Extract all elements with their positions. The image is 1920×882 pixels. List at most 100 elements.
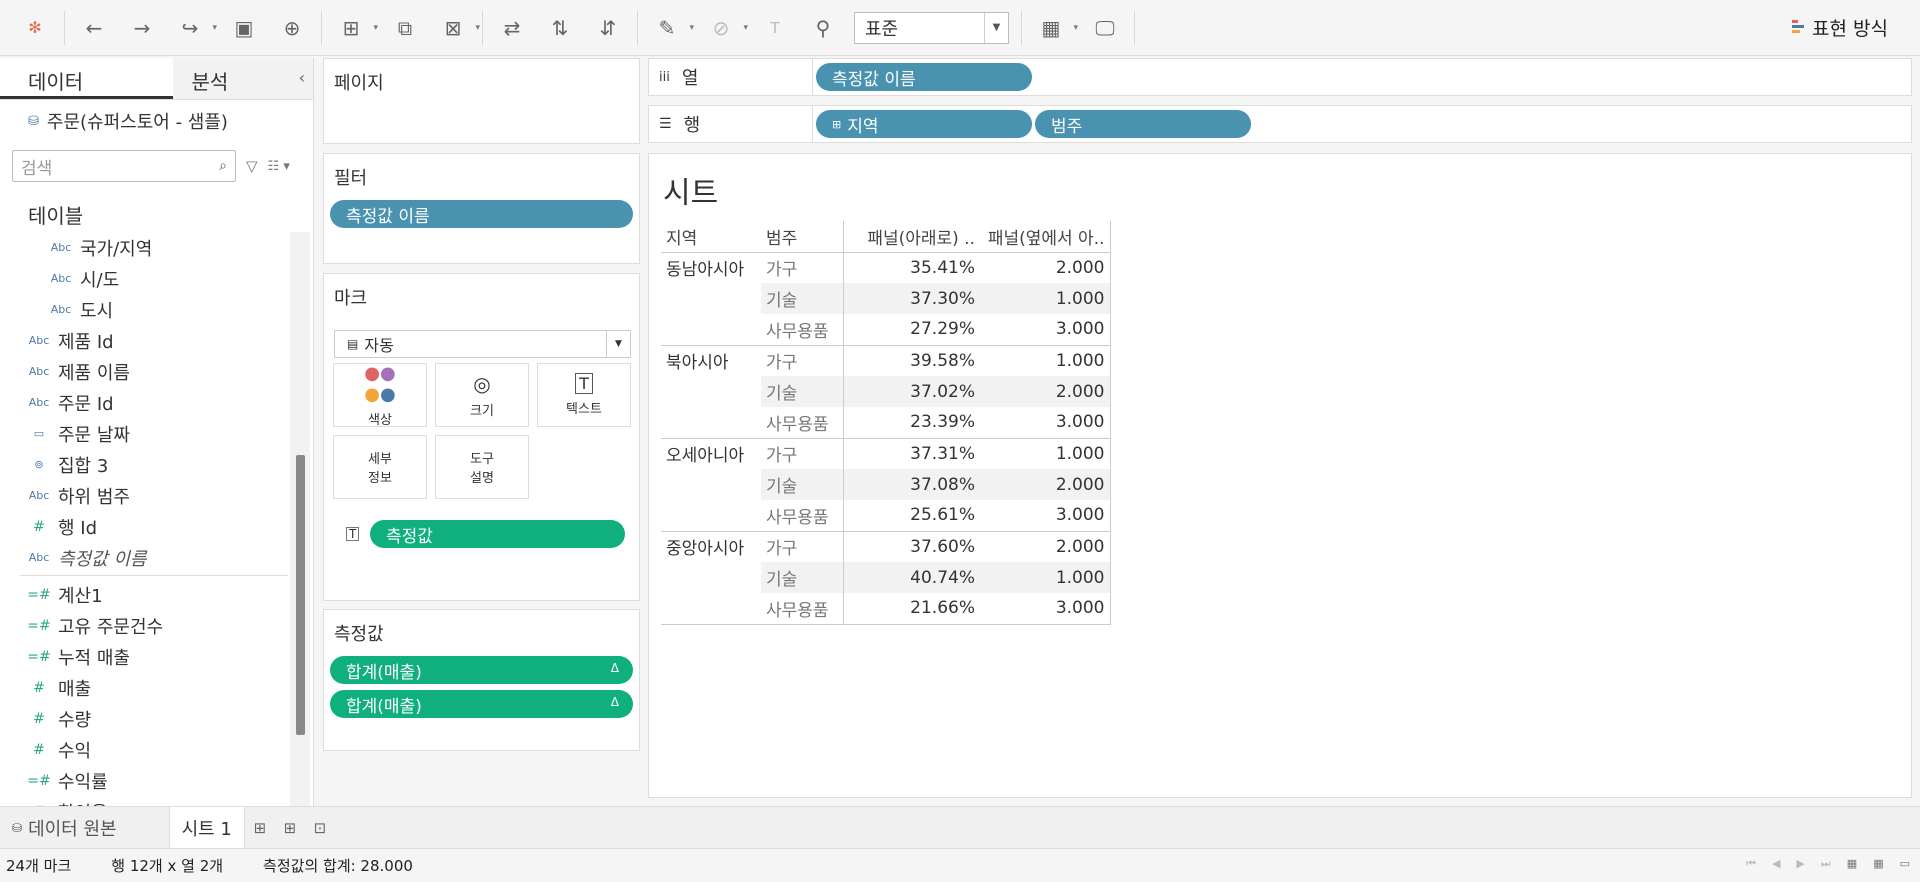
category-cell[interactable]: 기술 bbox=[761, 376, 844, 407]
text-button[interactable]: T 텍스트 bbox=[537, 363, 631, 427]
measure-2-cell[interactable]: 3.000 bbox=[980, 593, 1111, 625]
field-item[interactable]: Abc 국가/지역 bbox=[0, 232, 290, 263]
measure-1-cell[interactable]: 27.29% bbox=[843, 314, 980, 345]
search-input[interactable]: 검색 ⌕ bbox=[12, 150, 236, 182]
last-sheet-icon[interactable]: ⏭ bbox=[1821, 857, 1831, 871]
measure-2-cell[interactable]: 2.000 bbox=[980, 530, 1111, 562]
text-measure-pill[interactable]: 측정값 bbox=[370, 520, 625, 548]
first-sheet-icon[interactable]: ⏮ bbox=[1746, 857, 1756, 871]
size-button[interactable]: ◎ 크기 bbox=[435, 363, 529, 427]
columns-pill[interactable]: 측정값 이름 bbox=[816, 63, 1032, 91]
highlight-icon[interactable]: ✎ ▾ bbox=[650, 11, 694, 45]
show-cards-icon[interactable]: ▦ ▾ bbox=[1034, 11, 1078, 45]
region-cell[interactable]: 북아시아 bbox=[661, 344, 761, 376]
chevron-down-icon[interactable]: ▼ bbox=[606, 331, 630, 357]
category-cell[interactable]: 사무용품 bbox=[761, 593, 844, 625]
chevron-down-icon[interactable]: ▼ bbox=[984, 12, 1008, 43]
field-item[interactable]: =# 누적 매출 bbox=[0, 641, 290, 672]
rows-pill-region[interactable]: ⊞ 지역 bbox=[816, 110, 1032, 138]
field-item[interactable]: ▭ 주문 날짜 bbox=[0, 418, 290, 449]
sort-ascending-icon[interactable]: ⇅ bbox=[543, 11, 577, 45]
measure-1-cell[interactable]: 37.60% bbox=[843, 530, 980, 562]
region-cell[interactable] bbox=[661, 376, 761, 407]
category-cell[interactable]: 가구 bbox=[761, 252, 844, 283]
pages-card[interactable]: 페이지 bbox=[323, 58, 640, 144]
field-item[interactable]: Abc 도시 bbox=[0, 294, 290, 325]
sheet-view[interactable]: 시트 지역 범주 패널(아래로) .. 패널(옆에서 아.. 동남아시아 가구 35… bbox=[648, 153, 1912, 798]
measure-2-cell[interactable]: 2.000 bbox=[980, 469, 1111, 500]
region-cell[interactable] bbox=[661, 562, 761, 593]
mark-type-select[interactable]: ▤ 자동 ▼ bbox=[334, 330, 631, 358]
measure-1-cell[interactable]: 37.02% bbox=[843, 376, 980, 407]
region-cell[interactable] bbox=[661, 314, 761, 345]
sort-descending-icon[interactable]: ⇵ bbox=[591, 11, 625, 45]
fix-axes-icon[interactable]: ⚲ bbox=[806, 11, 840, 45]
presentation-mode-icon[interactable]: 🖵 bbox=[1088, 11, 1122, 45]
measure-2-cell[interactable]: 1.000 bbox=[980, 562, 1111, 593]
category-cell[interactable]: 기술 bbox=[761, 283, 844, 314]
measure-2-cell[interactable]: 3.000 bbox=[980, 407, 1111, 438]
field-item[interactable]: Abc 제품 이름 bbox=[0, 356, 290, 387]
show-sheet-sorter-icon[interactable]: ▦ bbox=[1873, 857, 1883, 871]
measure-2-cell[interactable]: 3.000 bbox=[980, 314, 1111, 345]
field-item[interactable]: =# 수익률 bbox=[0, 765, 290, 796]
category-cell[interactable]: 기술 bbox=[761, 562, 844, 593]
header-measure-2[interactable]: 패널(옆에서 아.. bbox=[980, 221, 1111, 253]
measure-1-cell[interactable]: 37.08% bbox=[843, 469, 980, 500]
field-item[interactable]: # 수량 bbox=[0, 703, 290, 734]
fit-select[interactable]: 표준 ▼ bbox=[854, 11, 1009, 44]
header-measure-1[interactable]: 패널(아래로) .. bbox=[843, 221, 980, 253]
tab-sheet-1[interactable]: 시트 1 bbox=[168, 806, 245, 849]
category-cell[interactable]: 사무용품 bbox=[761, 407, 844, 438]
clear-sheet-icon[interactable]: ⊠ ▾ bbox=[436, 11, 480, 45]
header-region[interactable]: 지역 bbox=[661, 221, 761, 253]
filter-icon[interactable]: ▽ bbox=[246, 157, 258, 175]
measure-pill[interactable]: 합계(매출) Δ bbox=[330, 690, 633, 718]
category-cell[interactable]: 사무용품 bbox=[761, 500, 844, 531]
field-item[interactable]: Abc 하위 범주 bbox=[0, 480, 290, 511]
group-members-icon[interactable]: ⊘ ▾ bbox=[704, 11, 748, 45]
header-category[interactable]: 범주 bbox=[761, 221, 844, 253]
category-cell[interactable]: 기술 bbox=[761, 469, 844, 500]
region-cell[interactable]: 동남아시아 bbox=[661, 252, 761, 283]
region-cell[interactable] bbox=[661, 593, 761, 625]
category-cell[interactable]: 사무용품 bbox=[761, 314, 844, 345]
region-cell[interactable] bbox=[661, 469, 761, 500]
measure-1-cell[interactable]: 23.39% bbox=[843, 407, 980, 438]
tab-datasource[interactable]: ⛁ 데이터 원본 bbox=[0, 807, 129, 849]
new-dashboard-icon[interactable]: ⊞ bbox=[275, 819, 305, 837]
measure-2-cell[interactable]: 2.000 bbox=[980, 252, 1111, 283]
replay-icon[interactable]: ↪ ▾ bbox=[173, 11, 217, 45]
measure-2-cell[interactable]: 1.000 bbox=[980, 283, 1111, 314]
prev-sheet-icon[interactable]: ◀ bbox=[1772, 857, 1780, 871]
filters-card[interactable]: 필터 측정값 이름 bbox=[323, 153, 640, 264]
duplicate-sheet-icon[interactable]: ⧉ bbox=[388, 11, 422, 45]
category-cell[interactable]: 가구 bbox=[761, 530, 844, 562]
measure-2-cell[interactable]: 1.000 bbox=[980, 344, 1111, 376]
measure-1-cell[interactable]: 39.58% bbox=[843, 344, 980, 376]
show-me-button[interactable]: 표현 방식 bbox=[1792, 14, 1888, 41]
measure-2-cell[interactable]: 1.000 bbox=[980, 437, 1111, 469]
filter-pill[interactable]: 측정값 이름 bbox=[330, 200, 633, 228]
field-item[interactable]: =# 계산1 bbox=[0, 579, 290, 610]
detail-button[interactable]: 세부 정보 bbox=[333, 435, 427, 499]
swap-rows-columns-icon[interactable]: ⇄ bbox=[495, 11, 529, 45]
field-item[interactable]: Abc 주문 Id bbox=[0, 387, 290, 418]
measure-1-cell[interactable]: 25.61% bbox=[843, 500, 980, 531]
region-cell[interactable]: 오세아니아 bbox=[661, 437, 761, 469]
new-worksheet-icon[interactable]: ⊞ bbox=[245, 819, 275, 837]
tableau-logo-icon[interactable]: ✻ bbox=[18, 11, 52, 45]
category-cell[interactable]: 가구 bbox=[761, 344, 844, 376]
save-icon[interactable]: ▣ bbox=[227, 11, 261, 45]
measure-2-cell[interactable]: 2.000 bbox=[980, 376, 1111, 407]
region-cell[interactable]: 중앙아시아 bbox=[661, 530, 761, 562]
next-sheet-icon[interactable]: ▶ bbox=[1796, 857, 1804, 871]
region-cell[interactable] bbox=[661, 500, 761, 531]
columns-shelf[interactable]: iii 열 측정값 이름 bbox=[648, 58, 1912, 96]
color-button[interactable]: ●● ●● 색상 bbox=[333, 363, 427, 428]
show-tabs-icon[interactable]: ▭ bbox=[1900, 857, 1910, 871]
region-cell[interactable] bbox=[661, 407, 761, 438]
measure-1-cell[interactable]: 21.66% bbox=[843, 593, 980, 625]
undo-icon[interactable]: ← bbox=[77, 11, 111, 45]
field-item[interactable]: # 행 Id bbox=[0, 511, 290, 542]
